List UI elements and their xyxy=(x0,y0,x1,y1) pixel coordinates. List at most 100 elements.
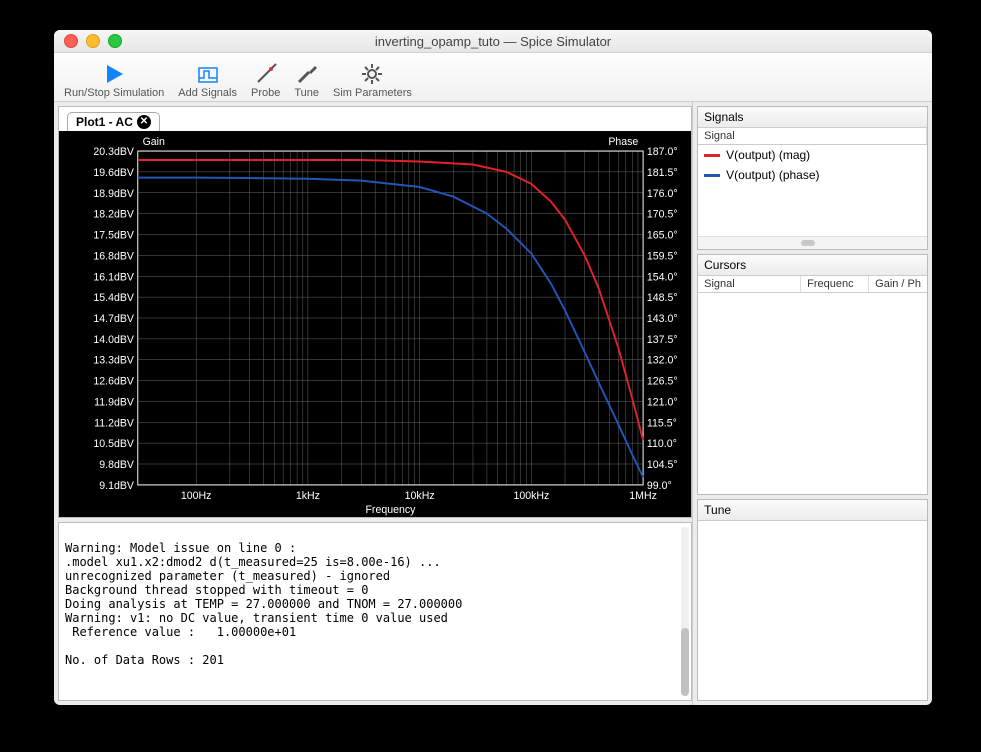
svg-text:9.8dBV: 9.8dBV xyxy=(99,459,134,471)
tune-panel: Tune xyxy=(697,499,928,701)
svg-text:10kHz: 10kHz xyxy=(405,490,435,502)
signals-panel: Signals Signal V(output) (mag)V(output) … xyxy=(697,106,928,250)
minimize-window-icon[interactable] xyxy=(86,34,100,48)
signal-swatch xyxy=(704,154,720,157)
console-text: Warning: Model issue on line 0 : .model … xyxy=(65,541,462,667)
plot-svg: 9.1dBV 9.8dBV 10.5dBV 11.2dBV 11.9dBV 12.6dBV… xyxy=(59,131,691,517)
svg-text:154.0°: 154.0° xyxy=(647,271,678,283)
tune-icon xyxy=(295,62,319,86)
plot-tab[interactable]: Plot1 - AC ✕ xyxy=(67,112,160,131)
svg-text:181.5°: 181.5° xyxy=(647,167,678,179)
svg-text:10.5dBV: 10.5dBV xyxy=(93,438,134,450)
toolbar: Run/Stop Simulation Add Signals Probe Tu… xyxy=(54,53,932,102)
svg-text:121.0°: 121.0° xyxy=(647,396,678,408)
svg-text:12.6dBV: 12.6dBV xyxy=(93,375,134,387)
tune-panel-title: Tune xyxy=(698,500,927,521)
signals-scrollbar[interactable] xyxy=(698,236,927,249)
play-icon xyxy=(102,62,126,86)
svg-text:Frequency: Frequency xyxy=(365,504,415,516)
probe-label: Probe xyxy=(251,87,280,99)
sim-parameters-button[interactable]: Sim Parameters xyxy=(327,62,418,99)
svg-text:148.5°: 148.5° xyxy=(647,292,678,304)
plot-panel: Plot1 - AC ✕ 9.1dBV 9.8dBV 10.5dBV 11.2dBV 1… xyxy=(58,106,692,518)
svg-text:18.9dBV: 18.9dBV xyxy=(93,188,134,200)
svg-text:13.3dBV: 13.3dBV xyxy=(93,355,134,367)
signals-col-signal[interactable]: Signal xyxy=(698,128,927,144)
tune-body xyxy=(698,521,927,700)
add-signals-button[interactable]: Add Signals xyxy=(172,62,243,99)
signal-row[interactable]: V(output) (mag) xyxy=(698,145,927,165)
signals-panel-title: Signals xyxy=(698,107,927,128)
cursors-panel-title: Cursors xyxy=(698,255,927,276)
console-scrollbar-thumb[interactable] xyxy=(681,628,689,696)
signal-row[interactable]: V(output) (phase) xyxy=(698,165,927,185)
svg-text:11.9dBV: 11.9dBV xyxy=(94,396,135,408)
signal-swatch xyxy=(704,174,720,177)
svg-text:11.2dBV: 11.2dBV xyxy=(94,417,135,429)
svg-text:17.5dBV: 17.5dBV xyxy=(93,229,134,241)
add-signals-label: Add Signals xyxy=(178,87,237,99)
cursors-panel: Cursors Signal Frequenc Gain / Ph xyxy=(697,254,928,495)
titlebar: inverting_opamp_tuto — Spice Simulator xyxy=(54,30,932,53)
plot-tab-label: Plot1 - AC xyxy=(76,115,133,129)
svg-text:126.5°: 126.5° xyxy=(647,375,678,387)
cursors-col-frequency[interactable]: Frequenc xyxy=(801,276,869,292)
svg-text:143.0°: 143.0° xyxy=(647,313,678,325)
svg-text:Gain: Gain xyxy=(143,136,165,148)
cursors-col-gain[interactable]: Gain / Ph xyxy=(869,276,927,292)
plot-tabs: Plot1 - AC ✕ xyxy=(59,107,691,131)
signals-list: V(output) (mag) V(output) (phase) xyxy=(698,145,927,236)
svg-text:16.8dBV: 16.8dBV xyxy=(93,250,134,262)
close-window-icon[interactable] xyxy=(64,34,78,48)
svg-text:1kHz: 1kHz xyxy=(296,490,320,502)
svg-text:18.2dBV: 18.2dBV xyxy=(93,208,134,220)
body: Plot1 - AC ✕ 9.1dBV 9.8dBV 10.5dBV 11.2dBV 1… xyxy=(54,102,932,705)
tune-button[interactable]: Tune xyxy=(288,62,325,99)
svg-text:159.5°: 159.5° xyxy=(647,250,678,262)
svg-text:132.0°: 132.0° xyxy=(647,355,678,367)
signal-label: V(output) (phase) xyxy=(726,168,819,182)
svg-text:115.5°: 115.5° xyxy=(647,417,677,429)
close-tab-icon[interactable]: ✕ xyxy=(137,115,151,129)
svg-text:16.1dBV: 16.1dBV xyxy=(93,271,134,283)
tune-label: Tune xyxy=(294,87,319,99)
signal-label: V(output) (mag) xyxy=(726,148,810,162)
svg-text:100kHz: 100kHz xyxy=(513,490,549,502)
svg-text:15.4dBV: 15.4dBV xyxy=(93,292,134,304)
svg-text:187.0°: 187.0° xyxy=(647,146,678,158)
svg-text:19.6dBV: 19.6dBV xyxy=(93,167,134,179)
side-column: Signals Signal V(output) (mag)V(output) … xyxy=(692,102,932,705)
cursors-header: Signal Frequenc Gain / Ph xyxy=(698,276,927,293)
run-stop-button[interactable]: Run/Stop Simulation xyxy=(58,62,170,99)
svg-text:14.7dBV: 14.7dBV xyxy=(93,313,134,325)
svg-text:20.3dBV: 20.3dBV xyxy=(93,146,134,158)
window-controls xyxy=(64,34,122,48)
plot-canvas[interactable]: 9.1dBV 9.8dBV 10.5dBV 11.2dBV 11.9dBV 12.6dBV… xyxy=(59,131,691,517)
svg-text:1MHz: 1MHz xyxy=(629,490,657,502)
console-scrollbar[interactable] xyxy=(681,527,689,696)
signals-scrollbar-thumb[interactable] xyxy=(801,240,815,246)
probe-button[interactable]: Probe xyxy=(245,62,286,99)
console-output[interactable]: Warning: Model issue on line 0 : .model … xyxy=(58,522,692,701)
sim-parameters-label: Sim Parameters xyxy=(333,87,412,99)
svg-text:137.5°: 137.5° xyxy=(647,334,678,346)
gear-icon xyxy=(360,62,384,86)
signals-header: Signal xyxy=(698,128,927,145)
svg-text:110.0°: 110.0° xyxy=(647,438,677,450)
svg-text:Phase: Phase xyxy=(608,136,638,148)
svg-text:14.0dBV: 14.0dBV xyxy=(93,334,134,346)
window-title: inverting_opamp_tuto — Spice Simulator xyxy=(54,34,932,49)
main-column: Plot1 - AC ✕ 9.1dBV 9.8dBV 10.5dBV 11.2dBV 1… xyxy=(54,102,692,705)
svg-text:9.1dBV: 9.1dBV xyxy=(99,480,134,492)
cursors-col-signal[interactable]: Signal xyxy=(698,276,801,292)
run-stop-label: Run/Stop Simulation xyxy=(64,87,164,99)
cursors-list xyxy=(698,293,927,494)
svg-text:100Hz: 100Hz xyxy=(181,490,212,502)
zoom-window-icon[interactable] xyxy=(108,34,122,48)
probe-icon xyxy=(254,62,278,86)
app-window: inverting_opamp_tuto — Spice Simulator R… xyxy=(54,30,932,705)
svg-text:176.0°: 176.0° xyxy=(647,188,678,200)
svg-text:165.0°: 165.0° xyxy=(647,229,678,241)
svg-text:170.5°: 170.5° xyxy=(647,208,678,220)
svg-text:104.5°: 104.5° xyxy=(647,459,678,471)
